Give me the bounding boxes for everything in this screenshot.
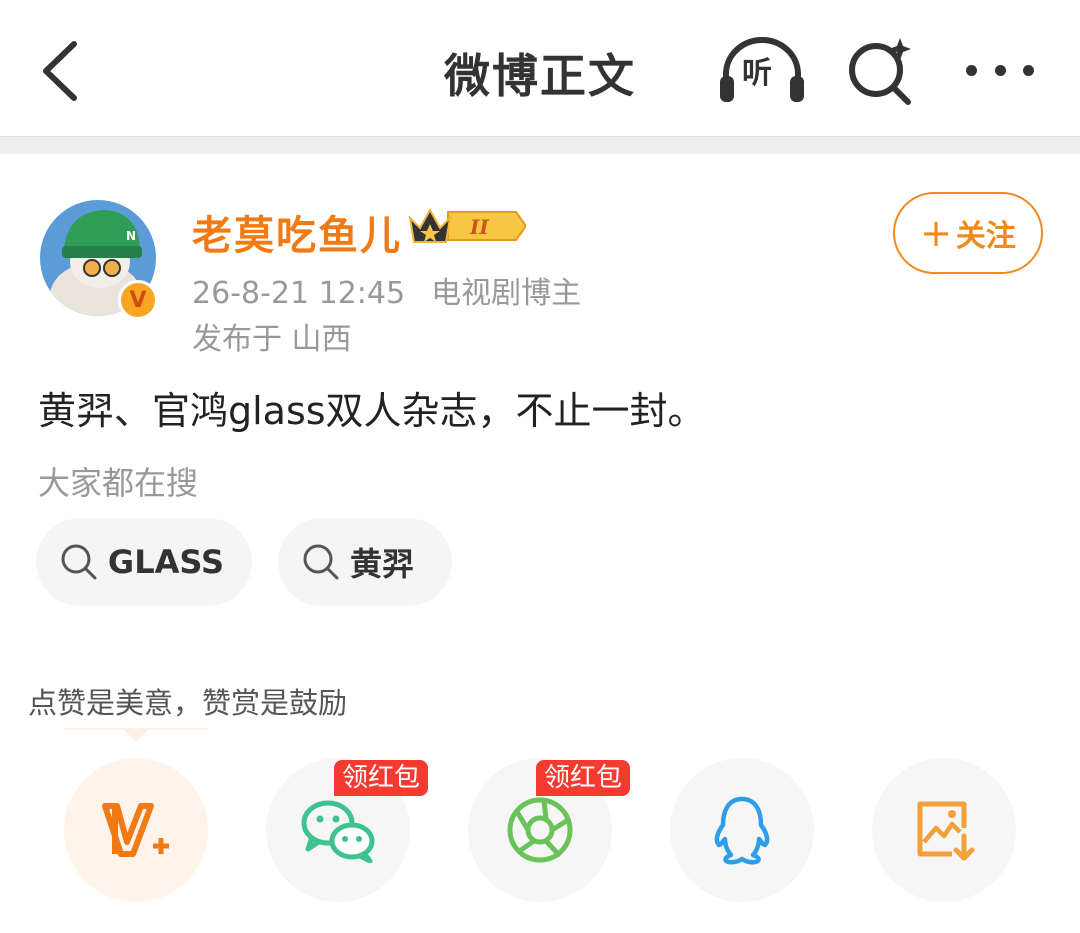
hot-search-label: 大家都在搜 bbox=[38, 464, 199, 502]
listen-label: 听 bbox=[742, 56, 772, 91]
search-sparkle-icon bbox=[849, 38, 911, 105]
search-button[interactable] bbox=[846, 36, 916, 106]
share-qq-button[interactable] bbox=[670, 758, 814, 902]
v-plus-icon bbox=[102, 803, 169, 857]
save-image-button[interactable] bbox=[872, 758, 1016, 902]
top-nav-bar: 微博正文 听 bbox=[0, 0, 1080, 136]
follow-label: 关注 bbox=[955, 219, 1016, 254]
reward-button[interactable] bbox=[64, 758, 208, 902]
plus-icon: + bbox=[920, 211, 952, 255]
verified-badge: V bbox=[118, 280, 158, 320]
search-icon bbox=[61, 544, 97, 580]
more-dot bbox=[966, 64, 977, 76]
back-button[interactable] bbox=[28, 36, 92, 106]
hot-search-chip[interactable]: 黄羿 bbox=[278, 518, 452, 606]
more-dot bbox=[994, 64, 1006, 76]
qq-penguin-icon bbox=[714, 796, 770, 865]
post-time: 26-8-21 12:45 bbox=[192, 276, 406, 311]
save-image-icon bbox=[917, 801, 975, 861]
post-text: 黄羿、官鸿glass双人杂志，不止一封。 bbox=[38, 389, 706, 433]
hot-search-chip-label: GLASS bbox=[107, 543, 224, 581]
follow-button[interactable]: + 关注 bbox=[893, 192, 1043, 274]
svg-text:N: N bbox=[126, 229, 136, 243]
red-packet-tag: 领红包 bbox=[334, 760, 429, 796]
hot-search-chip[interactable]: GLASS bbox=[36, 518, 252, 606]
listen-button[interactable]: 听 bbox=[716, 36, 808, 106]
more-options-button[interactable] bbox=[960, 44, 1040, 96]
more-dot bbox=[1023, 64, 1034, 76]
page-title: 微博正文 bbox=[444, 49, 636, 103]
svg-text:II: II bbox=[469, 215, 489, 239]
author-category: 电视剧博主 bbox=[431, 276, 582, 311]
crown-level-icon: II bbox=[408, 207, 526, 243]
search-icon bbox=[303, 544, 339, 580]
wechat-icon bbox=[301, 800, 375, 863]
reward-tip: 点赞是美意，赞赏是鼓励 bbox=[28, 686, 348, 720]
post-location: 发布于 山西 bbox=[192, 322, 352, 357]
moments-icon bbox=[507, 797, 573, 863]
red-packet-tag: 领红包 bbox=[536, 760, 631, 796]
hot-search-chip-label: 黄羿 bbox=[350, 545, 415, 583]
chevron-left-icon bbox=[43, 41, 77, 101]
tip-pointer bbox=[64, 728, 208, 742]
author-name[interactable]: 老莫吃鱼儿 bbox=[192, 203, 402, 261]
section-divider bbox=[0, 136, 1080, 154]
post-meta: 26-8-21 12:45 电视剧博主 bbox=[192, 268, 581, 312]
